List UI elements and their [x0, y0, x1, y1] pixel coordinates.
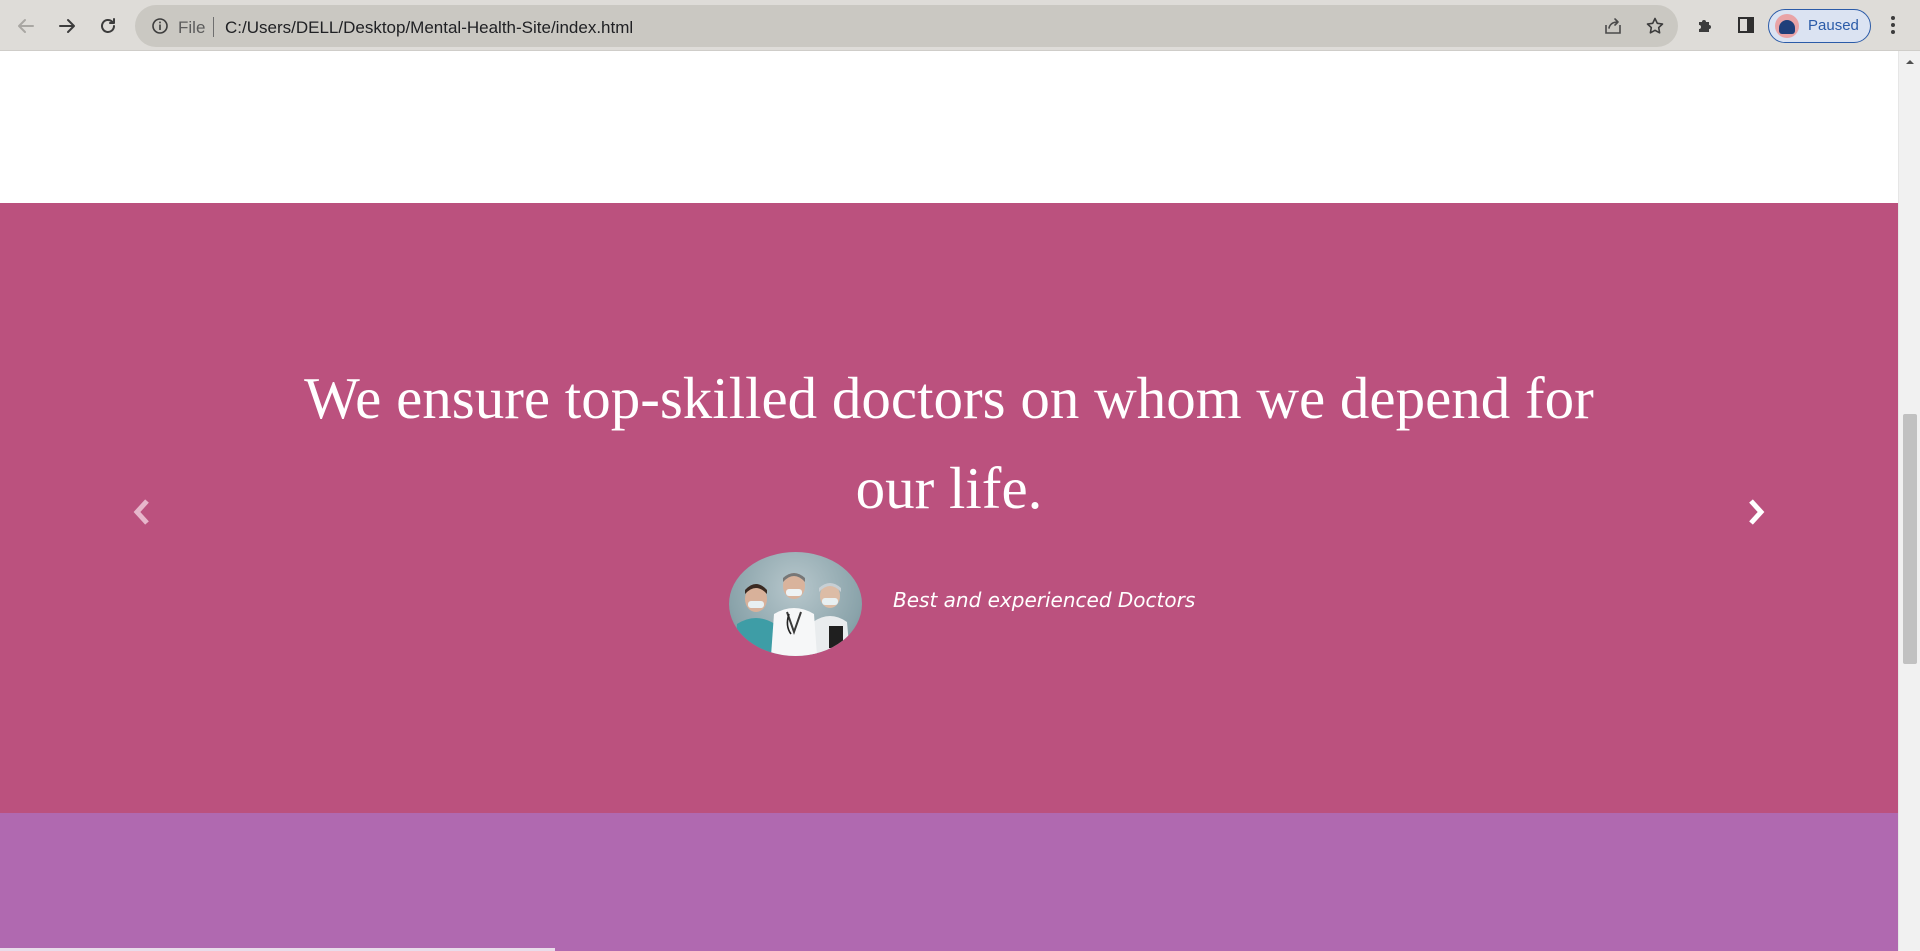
page-viewport: We ensure top-skilled doctors on whom we… [0, 51, 1898, 951]
arrow-left-icon [18, 19, 34, 33]
reload-icon [101, 18, 115, 33]
info-icon[interactable] [150, 16, 170, 36]
kebab-menu-icon[interactable] [1883, 14, 1903, 36]
back-button[interactable] [10, 10, 42, 42]
url-text[interactable]: C:/Users/DELL/Desktop/Mental-Health-Site… [225, 18, 633, 38]
star-icon[interactable] [1645, 16, 1665, 36]
side-panel-icon[interactable] [1736, 15, 1756, 35]
address-bar[interactable]: File C:/Users/DELL/Desktop/Mental-Health… [135, 5, 1678, 47]
avatar [1775, 14, 1799, 38]
browser-toolbar: File C:/Users/DELL/Desktop/Mental-Health… [0, 0, 1920, 51]
scroll-up-arrow-icon[interactable] [1903, 57, 1917, 67]
chevron-right-icon [1749, 499, 1765, 525]
carousel-caption: Best and experienced Doctors [893, 588, 1196, 612]
reload-button[interactable] [92, 10, 124, 42]
profile-button[interactable]: Paused [1768, 9, 1871, 43]
forward-button[interactable] [51, 10, 83, 42]
chevron-left-icon [133, 499, 149, 525]
arrow-right-icon [59, 19, 75, 33]
puzzle-icon[interactable] [1695, 15, 1715, 35]
top-section [0, 51, 1898, 203]
doctors-illustration [735, 573, 850, 656]
carousel-quote: We ensure top-skilled doctors on whom we… [304, 365, 1594, 521]
doctors-photo [729, 552, 862, 656]
scrollbar-thumb[interactable] [1903, 414, 1917, 664]
scheme-separator [213, 17, 214, 37]
vertical-scrollbar[interactable] [1898, 51, 1920, 951]
carousel-next-button[interactable] [1741, 495, 1771, 529]
carousel-prev-button[interactable] [127, 495, 157, 529]
testimonial-carousel: We ensure top-skilled doctors on whom we… [0, 203, 1898, 813]
next-section [0, 813, 1898, 951]
profile-status: Paused [1808, 17, 1859, 34]
share-icon[interactable] [1603, 16, 1623, 36]
scheme-label: File [178, 18, 206, 37]
avatar-figure [1779, 20, 1795, 34]
